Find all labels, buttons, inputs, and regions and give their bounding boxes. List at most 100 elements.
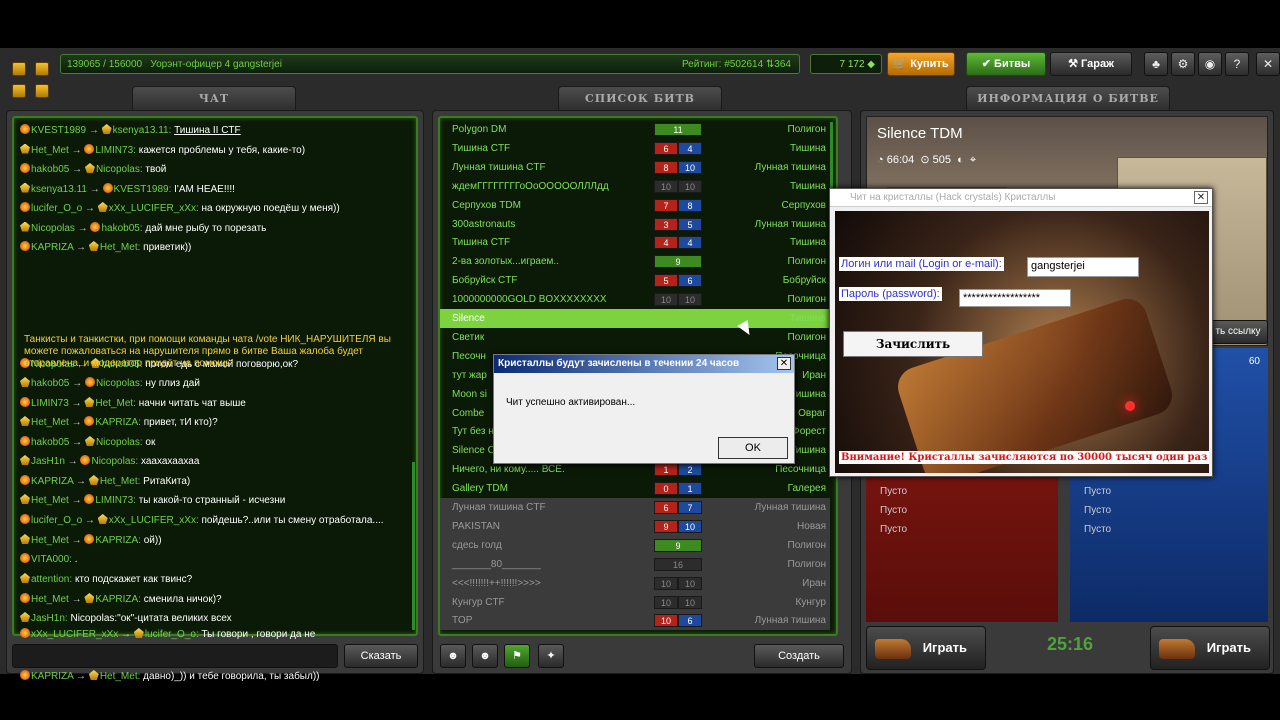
battle-row[interactable]: Тишина CTF Тишина 4 4 [440, 233, 830, 252]
create-button[interactable]: Создать [754, 644, 844, 668]
chat-nick[interactable]: Nicopolas: [96, 164, 143, 175]
chat-nick[interactable]: Het_Met: [100, 476, 141, 487]
battle-name: Лунная тишина CTF [452, 502, 546, 513]
battle-row[interactable]: Бобруйск CTF Бобруйск 5 6 [440, 271, 830, 290]
login-field[interactable]: gangsterjei [1027, 257, 1139, 277]
chat-input[interactable] [12, 644, 338, 668]
chat-text: ой)) [143, 535, 162, 546]
help-icon[interactable]: ? [1225, 52, 1249, 76]
chat-nick[interactable]: Het_Met [31, 535, 69, 546]
chat-nick[interactable]: Het_Met: [100, 242, 141, 253]
chat-nick[interactable]: KAPRIZA [31, 671, 73, 682]
chat-nick[interactable]: Het_Met: [100, 671, 141, 682]
friends-icon[interactable]: ♣ [1144, 52, 1168, 76]
chat-nick[interactable]: Nicopolas: [96, 378, 143, 389]
chat-nick[interactable]: Het_Met [31, 495, 69, 506]
play-red-button[interactable]: Играть [866, 626, 986, 670]
chat-nick[interactable]: ksenya13.11 [31, 184, 87, 195]
chat-nick[interactable]: xXx_LUCIFER_xXx: [109, 203, 199, 214]
battle-row[interactable]: Лунная тишина CTF Лунная тишина 6 7 [440, 498, 830, 517]
chat-nick[interactable]: hakob05: [101, 223, 142, 234]
close-icon[interactable]: ✕ [1194, 191, 1208, 204]
copy-link-button[interactable]: ть ссылку [1208, 320, 1268, 344]
menu-icon[interactable] [12, 62, 26, 76]
chat-nick[interactable]: attention: [31, 574, 72, 585]
chat-nick[interactable]: Nicopolas: [96, 437, 143, 448]
chat-nick[interactable]: Het_Met [31, 417, 69, 428]
close-icon[interactable]: ✕ [1256, 52, 1280, 76]
chat-nick[interactable]: KAPRIZA: [95, 535, 141, 546]
submit-button[interactable]: Зачислить [843, 331, 983, 357]
filter-tdm-icon[interactable]: ☻ [472, 644, 498, 668]
battle-row[interactable]: TOP Лунная тишина 10 6 [440, 611, 830, 631]
battle-row[interactable]: 1000000000GOLD BOXXXXXXXX Полигон 10 10 [440, 290, 830, 309]
battle-row[interactable]: Silence Тишина [440, 309, 830, 328]
chat-nick[interactable]: lucifer_O_o: [145, 629, 199, 640]
chat-nick[interactable]: lucifer_O_o [31, 515, 82, 526]
close-icon[interactable]: ✕ [777, 357, 791, 370]
chat-nick[interactable]: Nicopolas: [91, 456, 138, 467]
chat-scrollbar[interactable] [412, 462, 415, 630]
chat-nick[interactable]: KAPRIZA [31, 242, 73, 253]
chat-nick[interactable]: JasH1n [31, 456, 65, 467]
battle-row[interactable]: _______80_______ Полигон 16 [440, 554, 830, 574]
chat-nick[interactable]: Nicopolas [31, 223, 75, 234]
chat-nick[interactable]: VITA000: [31, 554, 72, 565]
battle-row[interactable]: сдесь голд Полигон 9 [440, 535, 830, 555]
chat-nick[interactable]: KVEST1989 [31, 125, 86, 136]
chat-nick[interactable]: KAPRIZA: [95, 594, 141, 605]
chat-message: LIMIN73 → Het_Met: начни читать чат выше [20, 397, 246, 409]
garage-button[interactable]: ⚒ Гараж [1050, 52, 1132, 76]
battle-row[interactable]: ждемГГГГГГГГоОоОООООЛЛЛдд Тишина 10 10 [440, 177, 830, 196]
chat-nick[interactable]: hakob05 [31, 378, 69, 389]
chat-nick[interactable]: LIMIN73 [31, 398, 69, 409]
chat-nick[interactable]: hakob05 [31, 164, 69, 175]
chat-nick[interactable]: Het_Met [31, 594, 69, 605]
chat-nick[interactable]: KAPRIZA [31, 476, 73, 487]
tab-battle-list[interactable]: СПИСОК БИТВ [558, 86, 722, 112]
chat-nick[interactable]: LIMIN73: [95, 495, 136, 506]
chat-nick[interactable]: KAPRIZA: [95, 417, 141, 428]
battle-row[interactable]: Polygon DM Полигон 11 [440, 120, 830, 139]
chat-nick[interactable]: KVEST1989: [114, 184, 172, 195]
password-field[interactable]: ****************** [959, 289, 1071, 307]
battle-row[interactable]: Серпухов TDM Серпухов 7 8 [440, 196, 830, 215]
battle-row[interactable]: Кунгур CTF Кунгур 10 10 [440, 592, 830, 612]
menu-icon[interactable] [35, 84, 49, 98]
buy-button[interactable]: 🛒 Купить [887, 52, 955, 76]
chat-nick[interactable]: JasH1n: [31, 613, 68, 624]
sound-icon[interactable]: ◉ [1198, 52, 1222, 76]
say-button[interactable]: Сказать [344, 644, 418, 668]
chat-nick[interactable]: xXx_LUCIFER_xXx: [109, 515, 199, 526]
battle-row[interactable]: Тишина CTF Тишина 6 4 [440, 139, 830, 158]
tab-chat[interactable]: ЧАТ [132, 86, 296, 112]
menu-icon[interactable] [12, 84, 26, 98]
rank-progress-bar: 139065 / 156000 Уорэнт-офицер 4 gangster… [60, 54, 800, 74]
battle-map: Песочница [775, 464, 826, 476]
filter-cp-icon[interactable]: ✦ [538, 644, 564, 668]
battles-button[interactable]: ✔ Битвы [966, 52, 1046, 76]
chat-nick[interactable]: LIMIN73: [95, 145, 136, 156]
settings-icon[interactable]: ⚙ [1171, 52, 1195, 76]
filter-dm-icon[interactable]: ☻ [440, 644, 466, 668]
battle-row[interactable]: 300astronauts Лунная тишина 3 5 [440, 215, 830, 234]
chat-nick[interactable]: Het_Met [31, 145, 69, 156]
battle-row[interactable]: 2-ва золотых...играем.. Полигон 9 [440, 252, 830, 271]
dialog-title: Кристаллы будут зачислены в течении 24 ч… [494, 355, 794, 373]
battle-row[interactable]: PAKISTAN Новая 9 10 [440, 516, 830, 536]
chat-nick[interactable]: xXx_LUCIFER_xXx [31, 629, 118, 640]
chat-nick[interactable]: lucifer_O_o [31, 203, 82, 214]
chat-nick[interactable]: Het_Met: [95, 398, 136, 409]
menu-icon[interactable] [35, 62, 49, 76]
chat-nick[interactable]: hakob05 [31, 437, 69, 448]
battle-row[interactable]: Лунная тишина CTF Лунная тишина 8 10 [440, 158, 830, 177]
tab-battle-info[interactable]: ИНФОРМАЦИЯ О БИТВЕ [966, 86, 1170, 112]
ok-button[interactable]: OK [718, 437, 788, 459]
filter-ctf-icon[interactable]: ⚑ [504, 644, 530, 668]
battle-map: Полигон [787, 124, 826, 135]
battle-row[interactable]: <<<!!!!!!!++!!!!!!>>>> Иран 10 10 [440, 573, 830, 593]
battle-row[interactable]: Gallery TDM Галерея 0 1 [440, 479, 830, 498]
play-blue-button[interactable]: Играть [1150, 626, 1270, 670]
battle-row[interactable]: Светик Полигон [440, 328, 830, 347]
chat-nick[interactable]: ksenya13.11: [113, 125, 172, 136]
